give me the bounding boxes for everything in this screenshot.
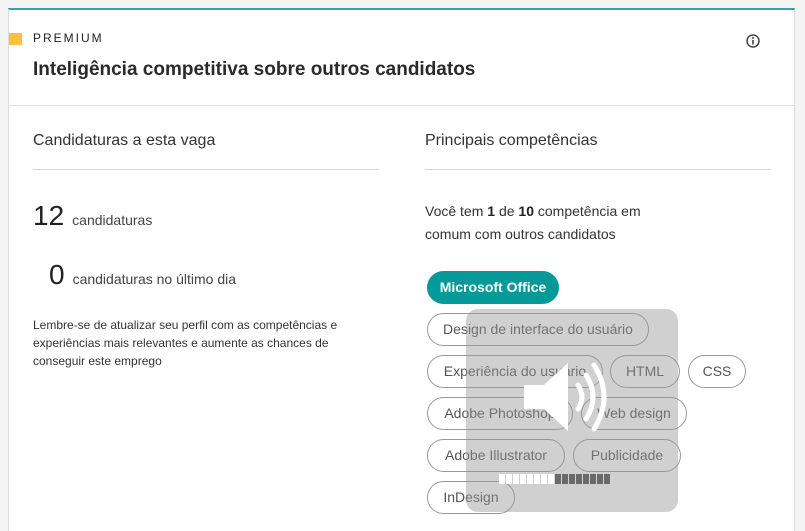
volume-segment	[499, 474, 505, 484]
total-applications-count: 12	[33, 200, 65, 231]
card-title: Inteligência competitiva sobre outros ca…	[33, 59, 476, 80]
skill-tag[interactable]: Microsoft Office	[427, 271, 559, 304]
volume-segment	[569, 474, 575, 484]
volume-level-bar	[499, 474, 610, 484]
premium-marker	[9, 33, 22, 45]
card-header: PREMIUM Inteligência competitiva sobre o…	[9, 10, 794, 106]
applications-title: Candidaturas a esta vaga	[33, 132, 216, 149]
speaker-volume-icon	[524, 362, 607, 432]
info-icon[interactable]	[746, 34, 760, 48]
volume-segment	[534, 474, 540, 484]
volume-segment	[520, 474, 526, 484]
update-profile-note: Lembre-se de atualizar seu perfil com as…	[33, 318, 338, 368]
divider	[33, 169, 379, 170]
volume-segment	[562, 474, 568, 484]
skills-summary: Você tem 1 de 10 competência em comum co…	[425, 203, 641, 242]
total-applications-label: candidaturas	[72, 212, 153, 228]
skills-title: Principais competências	[425, 132, 598, 149]
skills-column: Principais competências Você tem 1 de 10…	[425, 106, 771, 514]
volume-segment	[541, 474, 547, 484]
volume-segment	[513, 474, 519, 484]
last-day-applications: 0 candidaturas no último dia	[49, 259, 236, 291]
volume-segment	[555, 474, 561, 484]
volume-segment	[597, 474, 603, 484]
last-day-count: 0	[49, 259, 65, 290]
volume-segment	[576, 474, 582, 484]
volume-segment	[548, 474, 554, 484]
divider	[425, 169, 771, 170]
volume-segment	[604, 474, 610, 484]
applications-column: Candidaturas a esta vaga 12 candidaturas…	[33, 106, 379, 368]
volume-segment	[506, 474, 512, 484]
premium-label: PREMIUM	[33, 31, 104, 45]
skill-tag[interactable]: CSS	[688, 355, 746, 388]
volume-segment	[590, 474, 596, 484]
total-applications: 12 candidaturas	[33, 200, 152, 232]
last-day-label: candidaturas no último dia	[72, 271, 237, 287]
volume-overlay	[466, 309, 678, 512]
volume-segment	[583, 474, 589, 484]
volume-segment	[527, 474, 533, 484]
